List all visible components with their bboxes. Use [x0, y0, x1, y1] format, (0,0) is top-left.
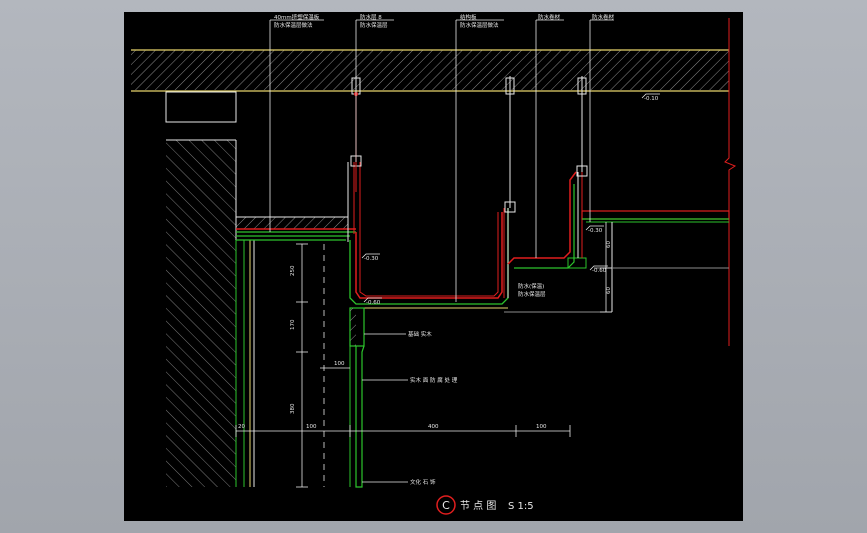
- hanger-rods: [350, 76, 588, 213]
- label-base-wood: 基础 实木: [408, 330, 432, 338]
- dim-h1: 20: [238, 424, 245, 430]
- mid-callout-b: 防水保温层: [518, 290, 546, 298]
- left-ledge: [235, 216, 356, 241]
- callout-3: 结构板: [460, 13, 477, 21]
- callout-4: 防水卷材: [538, 13, 561, 21]
- callout-2: 防水层 8: [360, 13, 382, 21]
- dim-r1: 60: [606, 241, 612, 248]
- dimension-vertical: [296, 243, 325, 488]
- wall-finish-lines: [235, 240, 255, 487]
- detail-symbol: C: [442, 499, 450, 512]
- dim-v1: 250: [290, 265, 296, 276]
- callout-5: 防水卷材: [592, 13, 615, 21]
- drawing-canvas[interactable]: 40mm挤塑保温板 防水保温层做法 防水层 8 防水保温层 结构板 防水保温层做…: [124, 12, 743, 521]
- right-step: [507, 171, 587, 269]
- mid-callout-a: 防水(保温): [518, 282, 544, 290]
- cad-viewer: 40mm挤塑保温板 防水保温层做法 防水层 8 防水保温层 结构板 防水保温层做…: [0, 0, 867, 533]
- concrete-slab: [131, 49, 729, 92]
- dim-v3: 380: [290, 403, 296, 414]
- dim-h3: 400: [428, 424, 439, 430]
- callout-3b: 防水保温层做法: [460, 21, 499, 29]
- level-bottom: -0.60: [366, 300, 381, 306]
- level-right-2: -0.60: [592, 268, 607, 274]
- label-leaders: [362, 333, 408, 483]
- dim-h4: 100: [536, 424, 547, 430]
- level-top: -0.10: [644, 96, 659, 102]
- section-detail-drawing: 40mm挤塑保温板 防水保温层做法 防水层 8 防水保温层 结构板 防水保温层做…: [131, 13, 737, 515]
- trough-profile: [347, 162, 509, 309]
- callout-2b: 防水保温层: [360, 21, 388, 29]
- left-column: [165, 91, 237, 487]
- label-wood-treatment: 实木 面 防 腐 处 理: [410, 376, 458, 384]
- detail-title-text: 节 点 图: [460, 500, 496, 512]
- dimension-horizontal: [235, 367, 571, 437]
- dim-h5: 100: [334, 361, 345, 367]
- label-culture-stone: 文化 石 饰: [410, 478, 436, 486]
- dim-h2: 100: [306, 424, 317, 430]
- detail-scale: S 1:5: [508, 501, 534, 512]
- callout-1: 40mm挤塑保温板: [274, 13, 320, 21]
- callout-1b: 防水保温层做法: [274, 21, 313, 29]
- dim-r2: 60: [606, 287, 612, 294]
- detail-title: C 节 点 图 S 1:5: [436, 495, 534, 515]
- level-markers: [361, 93, 660, 303]
- level-left: -0.30: [364, 256, 379, 262]
- wood-fascia: [349, 307, 365, 488]
- dim-v2: 170: [290, 319, 296, 330]
- level-right: -0.30: [588, 228, 603, 234]
- dimension-right: [600, 222, 612, 313]
